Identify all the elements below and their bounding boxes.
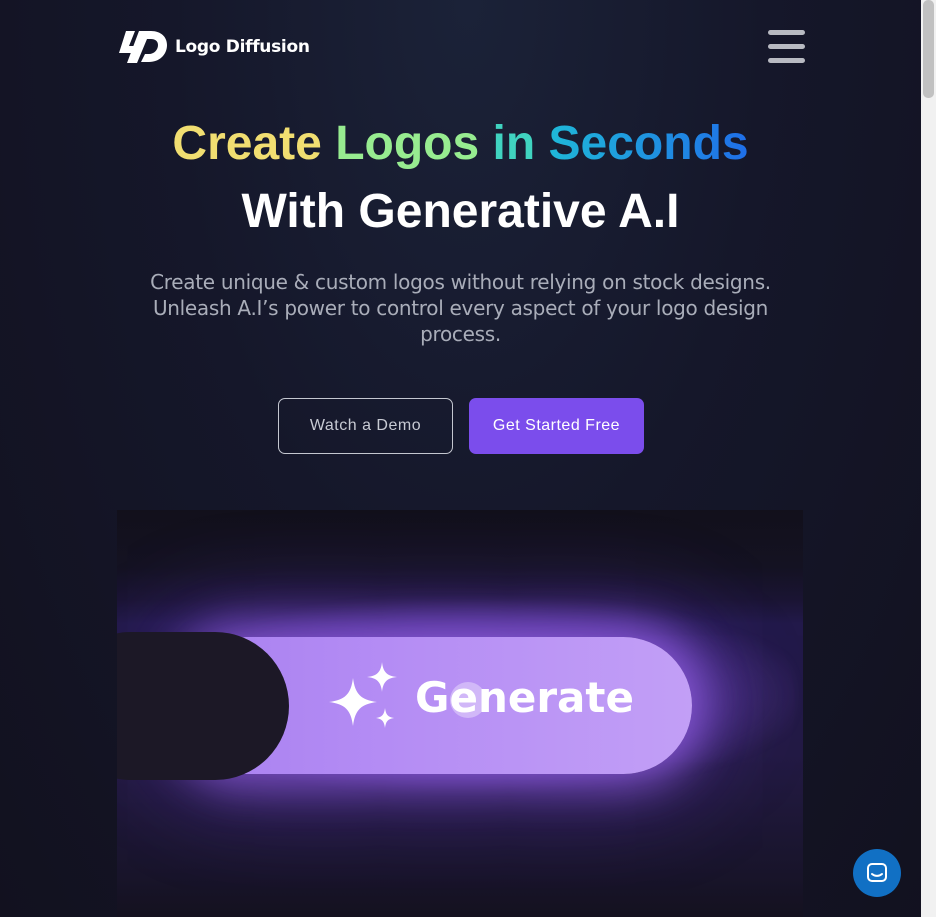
- brand-logo-link[interactable]: Logo Diffusion: [117, 29, 310, 65]
- hamburger-icon: [768, 44, 805, 49]
- scrollbar-thumb[interactable]: [923, 0, 934, 98]
- headline-word: Seconds: [549, 114, 749, 174]
- chat-launcher-button[interactable]: [853, 849, 901, 897]
- hamburger-icon: [768, 58, 805, 63]
- dark-pill-shape: [117, 632, 289, 780]
- page-scrollbar[interactable]: [921, 0, 936, 917]
- headline-word: in: [492, 117, 536, 170]
- headline-word: Create: [172, 117, 322, 170]
- logo-diffusion-icon: [119, 31, 167, 63]
- cursor-indicator: [450, 682, 486, 718]
- generate-label: Generate: [415, 673, 634, 722]
- sparkles-icon: [329, 662, 397, 728]
- hamburger-menu-button[interactable]: [768, 30, 806, 64]
- chat-bubble-icon: [867, 863, 887, 882]
- headline-word: Logos: [335, 117, 480, 170]
- hero-description: Create unique & custom logos without rel…: [150, 270, 771, 346]
- hero-headline: Create Logos in Seconds: [0, 114, 921, 174]
- demo-animation-panel: Generate: [117, 510, 803, 917]
- hero-subheadline: With Generative A.I: [241, 185, 680, 238]
- brand-name: Logo Diffusion: [175, 37, 310, 57]
- get-started-button[interactable]: Get Started Free: [469, 398, 644, 454]
- hamburger-icon: [768, 30, 805, 35]
- watch-demo-button[interactable]: Watch a Demo: [278, 398, 453, 454]
